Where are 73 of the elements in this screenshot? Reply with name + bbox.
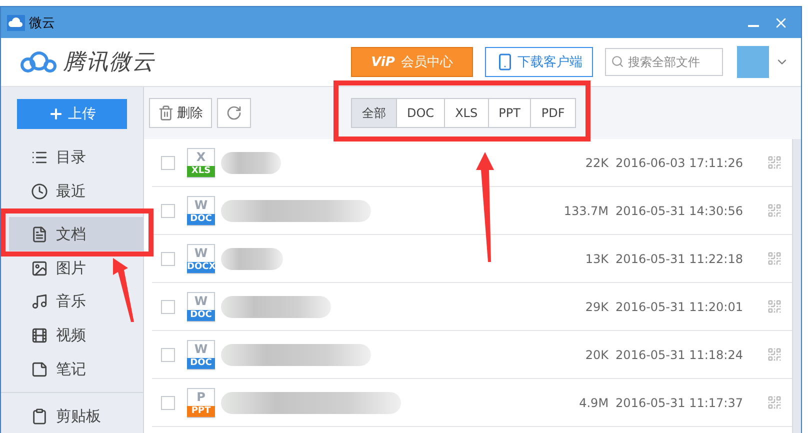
plus-icon xyxy=(48,106,64,122)
file-row[interactable]: P PPT 4.9M 2016-05-31 11:17:37 xyxy=(152,379,792,427)
checkbox[interactable] xyxy=(161,156,175,170)
filter-tab[interactable]: PPT xyxy=(488,98,532,128)
checkbox[interactable] xyxy=(161,300,175,314)
file-type-icon: W DOC xyxy=(187,292,215,322)
delete-button[interactable]: 删除 xyxy=(149,98,212,128)
annotation-arrow xyxy=(113,258,134,322)
file-type-icon: W DOC xyxy=(187,196,215,226)
file-type-icon: X XLS xyxy=(187,148,215,178)
filter-tab[interactable]: XLS xyxy=(444,98,489,128)
sidebar-item[interactable]: 笔记 xyxy=(9,352,143,386)
file-size: 20K xyxy=(585,348,609,362)
window-title: 微云 xyxy=(29,14,56,32)
filter-tab[interactable]: PDF xyxy=(530,98,576,128)
file-row[interactable]: W DOC 29K 2016-05-31 11:20:01 xyxy=(152,283,792,331)
sidebar-item[interactable]: 剪贴板 xyxy=(9,399,143,433)
qr-code-icon[interactable] xyxy=(767,347,782,362)
sidebar-item[interactable]: 视频 xyxy=(9,318,143,352)
refresh-button[interactable] xyxy=(217,98,251,128)
file-size: 22K xyxy=(585,156,609,170)
download-button[interactable]: 下载客户端 xyxy=(485,47,593,77)
file-size: 133.7M xyxy=(564,204,609,218)
file-size: 29K xyxy=(585,300,609,314)
search-icon xyxy=(611,55,624,68)
doc-icon xyxy=(31,226,48,243)
file-type-icon: W DOCX xyxy=(187,244,215,274)
checkbox[interactable] xyxy=(161,396,175,410)
sidebar-item[interactable]: 最近 xyxy=(9,174,143,208)
search-field[interactable]: 搜索全部文件 xyxy=(605,48,723,76)
avatar[interactable] xyxy=(737,46,769,78)
film-icon xyxy=(31,327,48,344)
scrollbar[interactable] xyxy=(792,139,801,433)
blurred-filename xyxy=(221,248,283,270)
qr-code-icon[interactable] xyxy=(767,251,782,266)
filter-tab[interactable]: 全部 xyxy=(351,98,397,128)
file-type-icon: P PPT xyxy=(187,388,215,418)
sidebar-item[interactable]: 目录 xyxy=(9,140,143,175)
note-icon xyxy=(31,360,48,378)
logo-text: 腾讯微云 xyxy=(63,49,156,77)
file-date: 2016-05-31 11:17:37 xyxy=(616,396,743,410)
sidebar-item[interactable]: 图片 xyxy=(9,251,143,285)
sidebar-item[interactable]: 音乐 xyxy=(9,284,143,319)
image-icon xyxy=(31,260,48,277)
minimize-icon xyxy=(748,24,759,26)
file-type-icon: W DOC xyxy=(187,340,215,370)
file-size: 4.9M xyxy=(579,396,609,410)
qr-code-icon[interactable] xyxy=(767,203,782,218)
cloud-icon xyxy=(7,14,25,30)
qr-code-icon[interactable] xyxy=(767,395,782,410)
clock-icon xyxy=(31,182,48,200)
qr-code-icon[interactable] xyxy=(767,299,782,314)
file-row[interactable]: W DOC 133.7M 2016-05-31 14:30:56 xyxy=(152,187,792,235)
qr-code-icon[interactable] xyxy=(767,155,782,170)
file-date: 2016-06-03 17:11:26 xyxy=(616,156,743,170)
file-date: 2016-05-31 11:22:18 xyxy=(616,252,743,266)
file-row[interactable]: W DOC 20K 2016-05-31 11:18:24 xyxy=(152,331,792,379)
file-row[interactable]: W DOCX 13K 2016-05-31 11:22:18 xyxy=(152,235,792,283)
file-date: 2016-05-31 11:20:01 xyxy=(616,300,743,314)
file-size: 13K xyxy=(585,252,609,266)
checkbox[interactable] xyxy=(161,252,175,266)
checkbox[interactable] xyxy=(161,348,175,362)
blurred-filename xyxy=(221,152,281,174)
cloud-logo-icon xyxy=(19,50,57,74)
refresh-icon xyxy=(226,105,242,121)
file-date: 2016-05-31 11:18:24 xyxy=(616,348,743,362)
music-icon xyxy=(31,293,48,310)
file-date: 2016-05-31 14:30:56 xyxy=(616,204,743,218)
sidebar-item[interactable]: 文档 xyxy=(9,217,143,252)
filter-tab[interactable]: DOC xyxy=(396,98,446,128)
trash-icon xyxy=(158,105,174,121)
checkbox[interactable] xyxy=(161,204,175,218)
clipboard-icon xyxy=(31,408,48,425)
